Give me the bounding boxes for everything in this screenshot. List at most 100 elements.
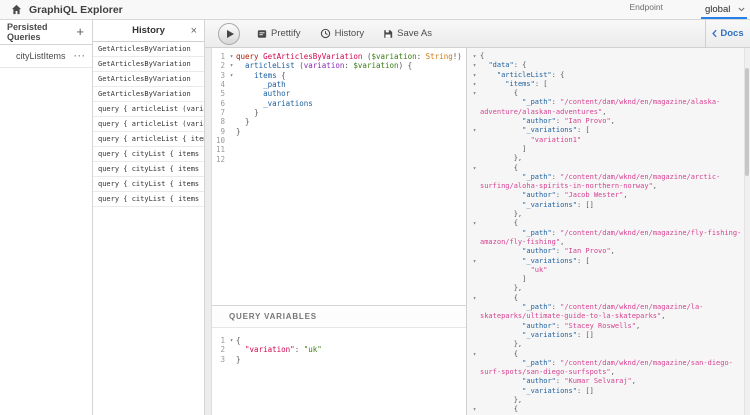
query-variables-title: QUERY VARIABLES	[229, 312, 317, 321]
endpoint-select[interactable]: global	[701, 1, 747, 19]
token: "author"	[522, 117, 556, 125]
token: "/content/dam/wknd/en/magazine/la-	[560, 303, 703, 311]
fold-toggle-icon[interactable]: ▾	[469, 294, 480, 303]
panel-resizer[interactable]	[205, 48, 212, 415]
fold-spacer	[227, 345, 236, 354]
fold-toggle-icon[interactable]: ▾	[469, 89, 480, 98]
fold-spacer	[227, 136, 236, 145]
code-text: {	[480, 405, 518, 414]
code-line: amazon/fly-fishing",	[469, 238, 742, 247]
history-item[interactable]: query { cityList { items { _…	[93, 147, 204, 162]
history-item[interactable]: query { articleList { items …	[93, 132, 204, 147]
token: "/content/dam/wknd/en/magazine/arctic-	[560, 173, 720, 181]
fold-toggle-icon[interactable]: ▾	[227, 52, 236, 61]
fold-toggle-icon[interactable]: ▾	[469, 257, 480, 266]
prettify-icon	[257, 29, 267, 39]
fold-toggle-icon[interactable]: ▾	[469, 219, 480, 228]
chevron-down-icon	[738, 7, 745, 12]
docs-label: Docs	[720, 28, 743, 39]
fold-toggle-icon[interactable]: ▾	[227, 71, 236, 80]
token: },	[514, 154, 522, 162]
fold-toggle-icon[interactable]: ▾	[469, 52, 480, 61]
query-variables-header[interactable]: QUERY VARIABLES	[212, 306, 466, 328]
code-line: "_variations": []	[469, 201, 742, 210]
more-options-icon[interactable]: ···	[74, 51, 86, 61]
fold-toggle-icon[interactable]: ▾	[469, 405, 480, 414]
history-item[interactable]: query { cityList { items { n…	[93, 177, 204, 192]
token	[480, 80, 505, 88]
code-line: "variation1"	[469, 136, 742, 145]
history-item[interactable]: query { cityList { items { _…	[93, 192, 204, 207]
token: "data"	[488, 61, 513, 69]
fold-spacer	[227, 99, 236, 108]
history-item[interactable]: query { articleList (variati…	[93, 117, 204, 132]
history-item[interactable]: query { cityList { items { _…	[93, 162, 204, 177]
token	[480, 145, 522, 153]
history-item[interactable]: query { articleList (variati…	[93, 102, 204, 117]
history-item[interactable]: GetArticlesByVariation	[93, 87, 204, 102]
line-number: 8	[212, 117, 227, 126]
line-number: 6	[212, 99, 227, 108]
token: "_variations"	[522, 126, 577, 134]
query-editor[interactable]: 1▾query GetArticlesByVariation ($variati…	[212, 48, 466, 305]
code-line: 10	[212, 136, 466, 145]
code-text: items {	[236, 71, 286, 80]
prettify-button[interactable]: Prettify	[257, 28, 301, 39]
chevron-left-icon	[712, 29, 717, 38]
token: "_path"	[522, 173, 552, 181]
history-item[interactable]: GetArticlesByVariation	[93, 57, 204, 72]
endpoint-group: Endpoint global	[629, 0, 747, 20]
persisted-query-item[interactable]: cityListItems ···	[0, 45, 92, 68]
token: ) {	[399, 61, 413, 70]
token	[480, 210, 514, 218]
fold-spacer	[469, 331, 480, 340]
code-line: "_path": "/content/dam/wknd/en/magazine/…	[469, 229, 742, 238]
fold-toggle-icon[interactable]: ▾	[227, 61, 236, 70]
save-as-button[interactable]: Save As	[383, 28, 432, 39]
history-item[interactable]: GetArticlesByVariation	[93, 42, 204, 57]
code-text: "_variations": []	[480, 331, 594, 340]
token: "author"	[522, 247, 556, 255]
token	[236, 71, 254, 80]
save-as-label: Save As	[397, 28, 432, 39]
fold-spacer	[469, 98, 480, 107]
code-line: ▾ {	[469, 350, 742, 359]
token	[480, 340, 514, 348]
fold-spacer	[469, 173, 480, 182]
token: {	[514, 294, 518, 302]
execute-query-button[interactable]	[218, 23, 240, 45]
token: {	[514, 89, 518, 97]
token: "_path"	[522, 303, 552, 311]
code-line: 8 }	[212, 117, 466, 126]
result-viewer[interactable]: ▾{▾ "data": {▾ "articleList": {▾ "items"…	[467, 48, 750, 415]
docs-toggle-button[interactable]: Docs	[705, 20, 750, 47]
variables-editor[interactable]: 1▾{2 "variation": "uk"3}	[212, 328, 466, 415]
fold-spacer	[469, 275, 480, 284]
token: query	[236, 52, 259, 61]
fold-toggle-icon[interactable]: ▾	[469, 350, 480, 359]
token	[480, 71, 497, 79]
history-button[interactable]: History	[320, 28, 365, 39]
code-text: surfing/aloha-spirits-in-northern-norway…	[480, 182, 657, 191]
fold-toggle-icon[interactable]: ▾	[469, 71, 480, 80]
home-icon[interactable]	[11, 4, 22, 15]
close-icon[interactable]: ×	[191, 24, 197, 36]
history-header: History ×	[93, 20, 204, 42]
scrollbar-thumb[interactable]	[745, 68, 749, 176]
token	[480, 396, 514, 404]
token: "_path"	[522, 98, 552, 106]
fold-toggle-icon[interactable]: ▾	[469, 164, 480, 173]
token: "/content/dam/wknd/en/magazine/alaska-	[560, 98, 720, 106]
history-item[interactable]: GetArticlesByVariation	[93, 72, 204, 87]
fold-spacer	[469, 247, 480, 256]
code-line: "_path": "/content/dam/wknd/en/magazine/…	[469, 303, 742, 312]
code-line: 2▾ articleList (variation: $variation) {	[212, 61, 466, 70]
token: :	[552, 303, 560, 311]
code-line: ▾{	[469, 52, 742, 61]
add-query-button[interactable]: +	[76, 27, 84, 37]
fold-toggle-icon[interactable]: ▾	[469, 126, 480, 135]
token: : {	[552, 71, 565, 79]
fold-toggle-icon[interactable]: ▾	[469, 61, 480, 70]
fold-toggle-icon[interactable]: ▾	[227, 336, 236, 345]
fold-toggle-icon[interactable]: ▾	[469, 80, 480, 89]
